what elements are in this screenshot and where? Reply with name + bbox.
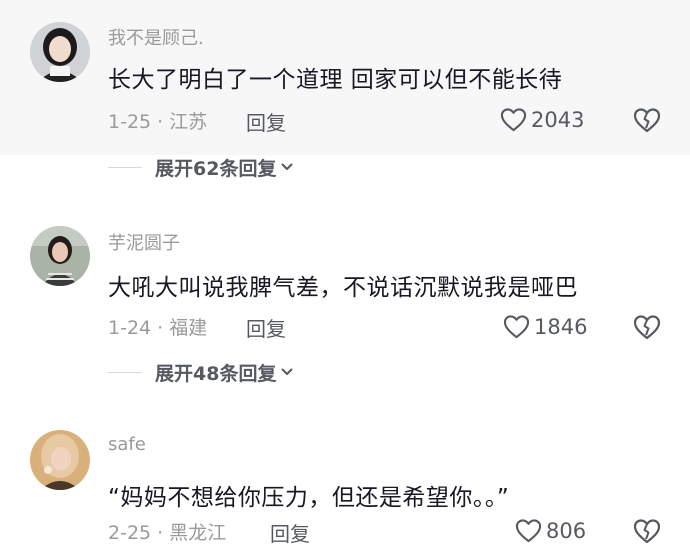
- heart-outline-icon: [500, 108, 527, 132]
- comment-content: 长大了明白了一个道理 回家可以但不能长待: [108, 67, 563, 93]
- comment-item: safe “妈妈不想给你压力，但还是希望你。。” 2-25 · 黑龙江 回复 8…: [0, 410, 690, 558]
- comment-meta: 1-24 · 福建: [108, 317, 208, 339]
- dislike-button[interactable]: [633, 518, 661, 544]
- broken-heart-icon: [633, 315, 661, 340]
- comment-username[interactable]: safe: [108, 434, 146, 455]
- broken-heart-icon: [633, 108, 661, 133]
- like-count: 2043: [531, 107, 585, 132]
- comment-username[interactable]: 我不是顾己.: [108, 24, 204, 50]
- dislike-button[interactable]: [633, 107, 661, 133]
- divider: [108, 371, 142, 373]
- heart-outline-icon: [515, 519, 542, 543]
- avatar[interactable]: [30, 430, 90, 490]
- comment-meta: 1-25 · 江苏: [108, 111, 208, 133]
- broken-heart-icon: [633, 519, 661, 544]
- reply-button[interactable]: 回复: [246, 107, 286, 136]
- comment-item: 芋泥圆子 大吼大叫说我脾气差，不说话沉默说我是哑巴 1-24 · 福建 回复 1…: [0, 205, 690, 350]
- expand-replies-row: 展开48条回复: [108, 357, 294, 387]
- chevron-down-icon: [281, 368, 293, 375]
- like-count: 806: [546, 518, 587, 543]
- expand-replies-button[interactable]: 展开62条回复: [155, 154, 294, 181]
- like-button[interactable]: 2043: [500, 107, 584, 132]
- reply-button[interactable]: 回复: [270, 518, 310, 547]
- comment-content: “妈妈不想给你压力，但还是希望你。。”: [108, 485, 510, 511]
- heart-outline-icon: [503, 315, 530, 339]
- chevron-down-icon: [281, 163, 293, 170]
- avatar[interactable]: [30, 226, 90, 286]
- divider: [108, 166, 142, 168]
- like-button[interactable]: 806: [515, 518, 586, 543]
- expand-replies-row: 展开62条回复: [108, 152, 294, 182]
- expand-replies-button[interactable]: 展开48条回复: [155, 359, 294, 386]
- comment-username[interactable]: 芋泥圆子: [108, 229, 180, 255]
- comment-content: 大吼大叫说我脾气差，不说话沉默说我是哑巴: [108, 275, 578, 301]
- like-count: 1846: [534, 314, 588, 339]
- avatar[interactable]: [30, 22, 90, 82]
- like-button[interactable]: 1846: [503, 314, 587, 339]
- comment-meta: 2-25 · 黑龙江: [108, 522, 227, 544]
- dislike-button[interactable]: [633, 314, 661, 340]
- expand-replies-label: 展开62条回复: [155, 157, 277, 180]
- expand-replies-label: 展开48条回复: [155, 362, 277, 385]
- reply-button[interactable]: 回复: [246, 313, 286, 342]
- comment-item: 我不是顾己. 长大了明白了一个道理 回家可以但不能长待 1-25 · 江苏 回复…: [0, 0, 690, 155]
